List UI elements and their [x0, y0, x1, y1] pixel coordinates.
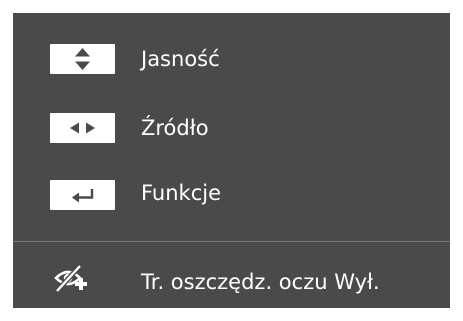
- eye-saver-off-icon: [53, 264, 93, 294]
- status-eye-saver: Tr. oszczędz. oczu Wył.: [13, 257, 450, 309]
- menu-divider: [13, 241, 450, 242]
- up-down-arrows-icon[interactable]: [50, 44, 115, 74]
- enter-return-icon[interactable]: [50, 180, 115, 210]
- menu-item-label: Źródło: [141, 116, 209, 140]
- menu-item-label: Jasność: [141, 47, 220, 71]
- menu-item-source[interactable]: Źródło: [13, 113, 450, 165]
- menu-item-label: Funkcje: [141, 181, 222, 205]
- menu-item-brightness[interactable]: Jasność: [13, 41, 450, 93]
- status-label: Tr. oszczędz. oczu Wył.: [141, 270, 380, 294]
- left-right-arrows-icon[interactable]: [50, 113, 115, 143]
- menu-item-functions[interactable]: Funkcje: [13, 177, 450, 229]
- monitor-osd-panel: Jasność Źródło Funkcje Tr. oszczędz. ocz…: [13, 13, 450, 308]
